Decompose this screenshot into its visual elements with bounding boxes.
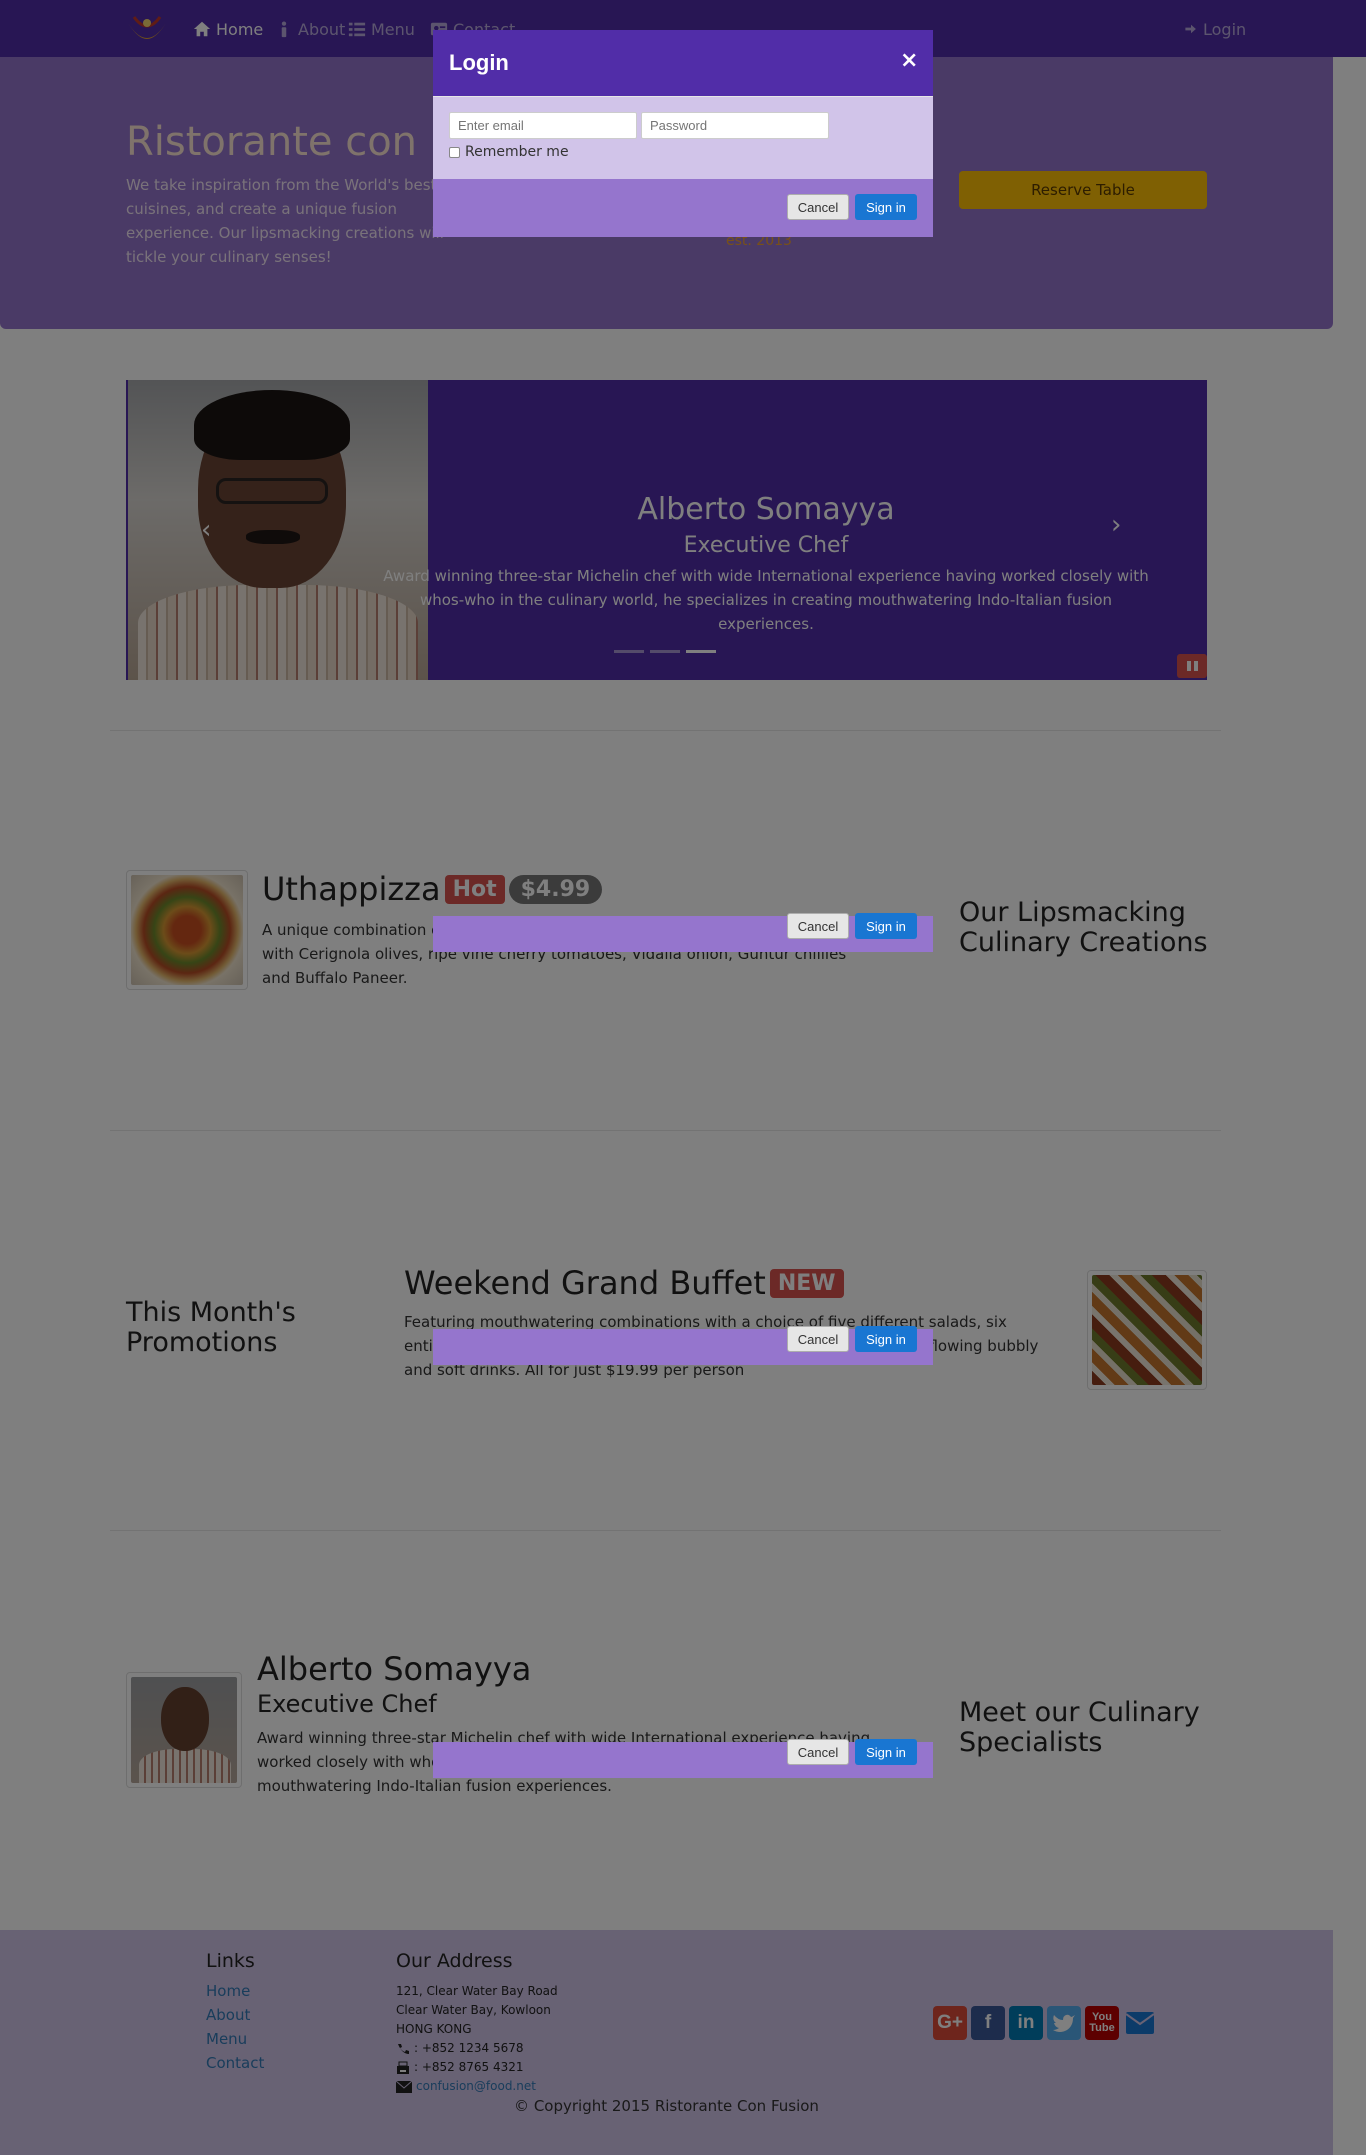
cancel-button[interactable]: Cancel <box>787 1739 849 1765</box>
modal-footer-ghost: Cancel Sign in <box>433 1739 933 1778</box>
modal-footer-ghost: Cancel Sign in <box>433 1326 933 1365</box>
sign-in-button[interactable]: Sign in <box>855 194 917 220</box>
password-field[interactable] <box>641 112 829 139</box>
sign-in-button[interactable]: Sign in <box>855 913 917 939</box>
remember-label: Remember me <box>465 144 569 160</box>
remember-checkbox[interactable] <box>449 146 460 158</box>
modal-backdrop[interactable] <box>0 0 1366 2155</box>
login-modal: Login × Remember me Cancel Sign in <box>433 30 933 237</box>
sign-in-button[interactable]: Sign in <box>855 1739 917 1765</box>
email-field[interactable] <box>449 112 637 139</box>
modal-footer-ghost: Cancel Sign in <box>433 913 933 952</box>
modal-title: Login <box>449 50 509 75</box>
cancel-button[interactable]: Cancel <box>787 913 849 939</box>
remember-me[interactable]: Remember me <box>449 144 569 160</box>
modal-footer: Cancel Sign in <box>433 179 933 237</box>
modal-body: Remember me <box>433 97 933 179</box>
sign-in-button[interactable]: Sign in <box>855 1326 917 1352</box>
cancel-button[interactable]: Cancel <box>787 194 849 220</box>
close-icon[interactable]: × <box>900 48 918 73</box>
modal-header: Login × <box>433 30 933 97</box>
cancel-button[interactable]: Cancel <box>787 1326 849 1352</box>
